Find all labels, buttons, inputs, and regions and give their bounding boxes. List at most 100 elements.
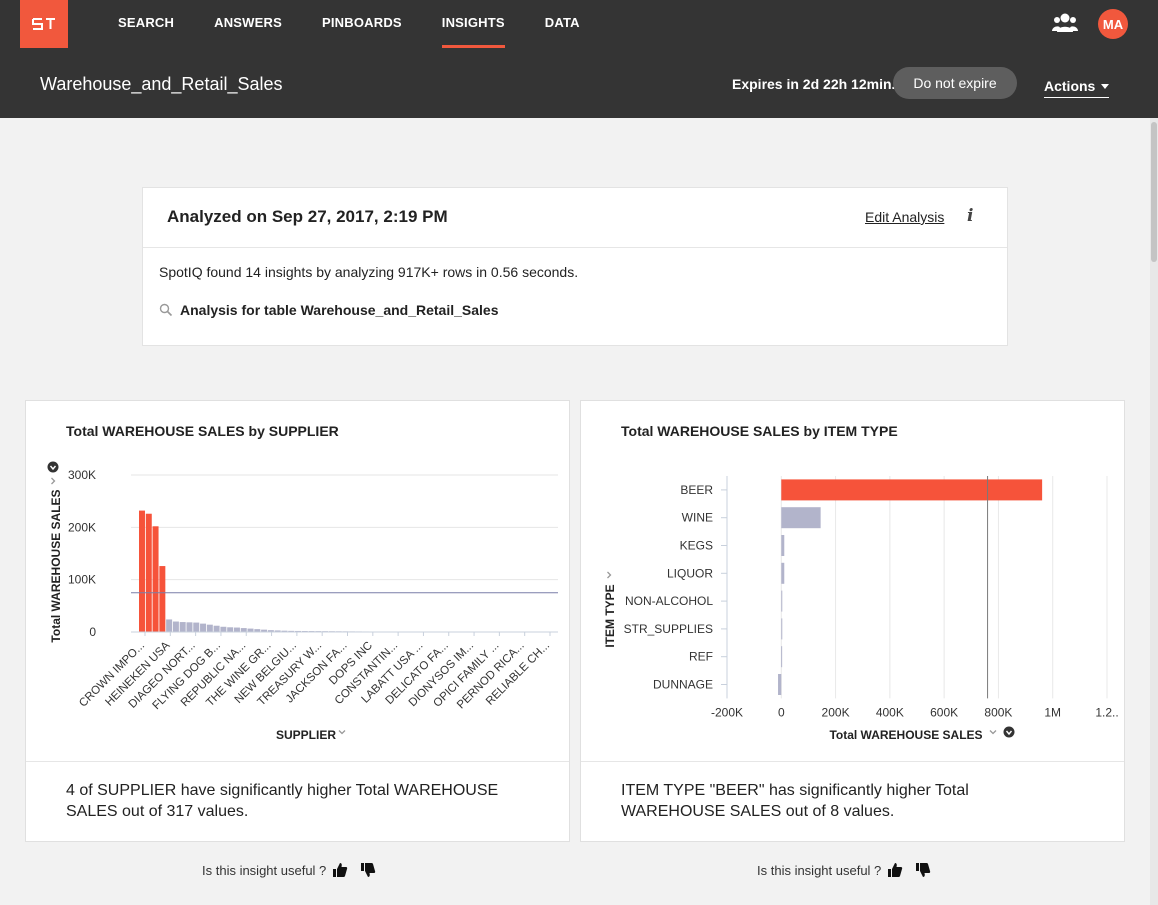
download-icon-circle: [47, 461, 59, 473]
bar: [172, 621, 179, 632]
insight-feedback: Is this insight useful ?: [202, 862, 376, 878]
card-title: Total WAREHOUSE SALES by ITEM TYPE: [621, 423, 898, 439]
feedback-question: Is this insight useful ?: [202, 862, 327, 878]
y-tick-label: 200K: [68, 520, 96, 534]
insight-feedback: Is this insight useful ?: [757, 862, 931, 878]
y-tick-label: 0: [89, 625, 96, 639]
bar: [781, 646, 783, 668]
x-tick-label: 800K: [984, 705, 1012, 719]
thumbs-up-icon[interactable]: [887, 862, 903, 878]
page-scrollbar[interactable]: [1150, 118, 1158, 905]
logo-icon: [32, 18, 55, 30]
actions-label: Actions: [1044, 78, 1096, 94]
chevron-right-icon: [607, 571, 612, 579]
bar: [240, 628, 247, 632]
chevron-down-icon: [989, 730, 997, 735]
bar: [166, 619, 173, 632]
analysis-summary: Analyzed on Sep 27, 2017, 2:19 PM Edit A…: [142, 187, 1008, 346]
download-icon[interactable]: [1003, 726, 1015, 738]
card-divider: [581, 761, 1124, 762]
caret-down-icon: [1101, 83, 1110, 89]
bar: [781, 479, 1043, 501]
bar: [145, 513, 152, 632]
bar: [781, 590, 783, 612]
bar: [159, 566, 166, 632]
thoughtspot-logo[interactable]: [20, 0, 68, 48]
x-tick-label: -200K: [711, 705, 743, 719]
x-tick-label: 1.2..: [1095, 705, 1118, 719]
bar: [233, 627, 240, 632]
user-avatar[interactable]: MA: [1098, 9, 1128, 39]
top-bar: SEARCH ANSWERS PINBOARDS INSIGHTS DATA M…: [0, 0, 1158, 118]
card-title: Total WAREHOUSE SALES by SUPPLIER: [66, 423, 339, 439]
bar: [781, 562, 785, 584]
insight-text: 4 of SUPPLIER have significantly higher …: [66, 782, 499, 820]
y-axis-title: Total WAREHOUSE SALES: [49, 489, 63, 642]
thumbs-down-icon[interactable]: [360, 862, 376, 878]
page-title: Warehouse_and_Retail_Sales: [40, 74, 283, 94]
feedback-question: Is this insight useful ?: [757, 862, 882, 878]
x-axis-title: Total WAREHOUSE SALES: [829, 728, 982, 742]
chevron-down-icon: [338, 730, 346, 735]
bar: [186, 622, 193, 632]
y-axis-title: ITEM TYPE: [603, 584, 617, 647]
nav-insights[interactable]: INSIGHTS: [422, 0, 525, 48]
x-axis-title: SUPPLIER: [276, 728, 336, 742]
insights-found-text: SpotIQ found 14 insights by analyzing 91…: [159, 264, 579, 280]
x-tick-label: 1M: [1044, 705, 1061, 719]
bar: [193, 622, 200, 632]
nav-data[interactable]: DATA: [525, 0, 600, 48]
card-divider: [26, 761, 569, 762]
bar: [781, 535, 785, 556]
info-icon[interactable]: i: [967, 206, 977, 226]
bar: [247, 628, 254, 632]
thumbs-down-icon[interactable]: [915, 862, 931, 878]
x-tick-label: 400K: [876, 705, 904, 719]
analysis-scope[interactable]: Analysis for table Warehouse_and_Retail_…: [159, 302, 499, 318]
bar: [213, 625, 220, 632]
item-type-bar-chart[interactable]: -200K 0 200K 400K 600K 800K 1M 1.2.. BEER WINE KEG…: [581, 451, 1126, 751]
x-tick-label: 200K: [822, 705, 850, 719]
y-tick-label: KEGS: [680, 539, 713, 553]
scrollbar-thumb[interactable]: [1151, 122, 1157, 262]
do-not-expire-button[interactable]: Do not expire: [893, 67, 1017, 99]
bar: [206, 624, 213, 632]
download-icon[interactable]: [47, 461, 59, 473]
insight-card-item-type: Total WAREHOUSE SALES by ITEM TYPE -200K…: [580, 400, 1125, 842]
bar: [778, 674, 782, 695]
main-nav: SEARCH ANSWERS PINBOARDS INSIGHTS DATA: [98, 0, 600, 48]
insight-text: ITEM TYPE "BEER" has significantly highe…: [621, 782, 969, 820]
y-tick-label: WINE: [682, 511, 713, 525]
bar: [139, 510, 145, 632]
bar: [152, 526, 159, 632]
insight-card-supplier: Total WAREHOUSE SALES by SUPPLIER 0 100K 2…: [25, 400, 570, 842]
y-tick-label: DUNNAGE: [653, 678, 713, 692]
bar: [781, 507, 821, 529]
analysis-table-label: Analysis for table Warehouse_and_Retail_…: [180, 302, 499, 318]
bar: [227, 627, 234, 632]
bar: [179, 622, 186, 632]
y-tick-label: 300K: [68, 468, 96, 482]
y-tick-label: NON-ALCOHOL: [625, 594, 713, 608]
x-tick-label: 0: [778, 705, 785, 719]
nav-pinboards[interactable]: PINBOARDS: [302, 0, 422, 48]
y-tick-label: STR_SUPPLIES: [624, 622, 713, 636]
expires-text: Expires in 2d 22h 12min.: [732, 76, 896, 92]
download-icon-circle: [1003, 726, 1015, 738]
analyzed-date: Analyzed on Sep 27, 2017, 2:19 PM: [167, 207, 448, 226]
search-icon: [159, 303, 173, 317]
y-tick-label: BEER: [680, 483, 713, 497]
summary-header: Analyzed on Sep 27, 2017, 2:19 PM Edit A…: [143, 188, 1007, 248]
x-tick-label: 600K: [930, 705, 958, 719]
thumbs-up-icon[interactable]: [332, 862, 348, 878]
y-tick-label: LIQUOR: [667, 566, 713, 580]
chevron-right-icon: [51, 477, 56, 485]
edit-analysis-link[interactable]: Edit Analysis: [865, 209, 944, 225]
nav-search[interactable]: SEARCH: [98, 0, 194, 48]
y-tick-label: 100K: [68, 573, 96, 587]
y-tick-label: REF: [689, 650, 713, 664]
nav-answers[interactable]: ANSWERS: [194, 0, 302, 48]
supplier-bar-chart[interactable]: 0100K200K300KCROWN IMPO...HEINEKEN USADI…: [26, 451, 571, 751]
users-icon[interactable]: [1052, 12, 1078, 34]
actions-menu[interactable]: Actions: [1044, 78, 1110, 98]
